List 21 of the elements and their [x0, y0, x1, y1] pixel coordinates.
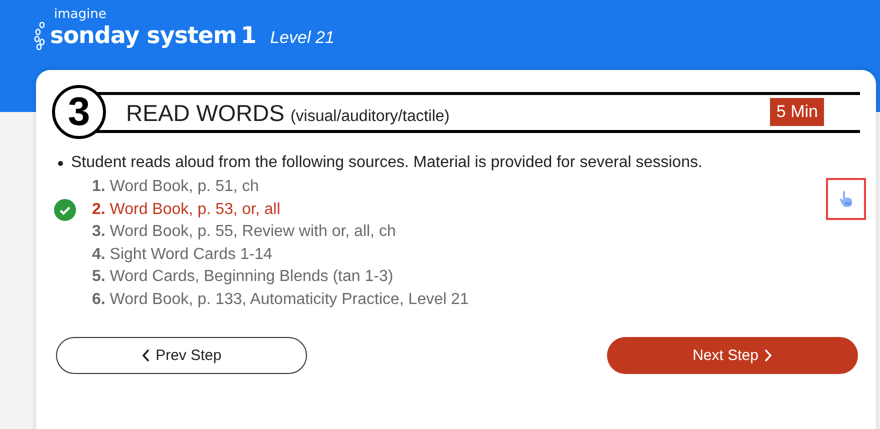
chevron-right-icon [764, 349, 772, 362]
logo-icon [34, 22, 46, 50]
brand-name: imagine [54, 8, 108, 22]
bullet-icon [58, 160, 63, 166]
source-item[interactable]: 3. Word Book, p. 55, Review with or, all, ch [92, 223, 396, 242]
instruction-text: Student reads aloud from the following sources. Material is provided for several sessions. [71, 154, 702, 172]
source-item[interactable]: 5. Word Cards, Beginning Blends (tan 1-3) [92, 268, 394, 286]
chevron-left-icon [142, 349, 150, 362]
source-item[interactable]: 2. Word Book, p. 53, or, all [92, 200, 280, 219]
source-item[interactable]: 6. Word Book, p. 133, Automaticity Practice, Level 21 [92, 290, 469, 309]
duration-badge: 5 Min [770, 98, 824, 126]
step-subtitle: (visual/auditory/tactile) [290, 108, 450, 126]
step-number: 3 [52, 85, 106, 139]
level-label: Level 21 [270, 28, 334, 48]
next-step-button[interactable]: Next Step [607, 337, 858, 374]
brand-logo: sonday system 1 [50, 23, 256, 49]
prev-step-button[interactable]: Prev Step [56, 337, 307, 374]
source-item[interactable]: 1. Word Book, p. 51, ch [92, 178, 259, 196]
step-title: READ WORDS [126, 100, 284, 127]
source-item[interactable]: 4. Sight Word Cards 1-14 [92, 246, 272, 264]
hand-cursor-icon[interactable] [837, 190, 855, 208]
